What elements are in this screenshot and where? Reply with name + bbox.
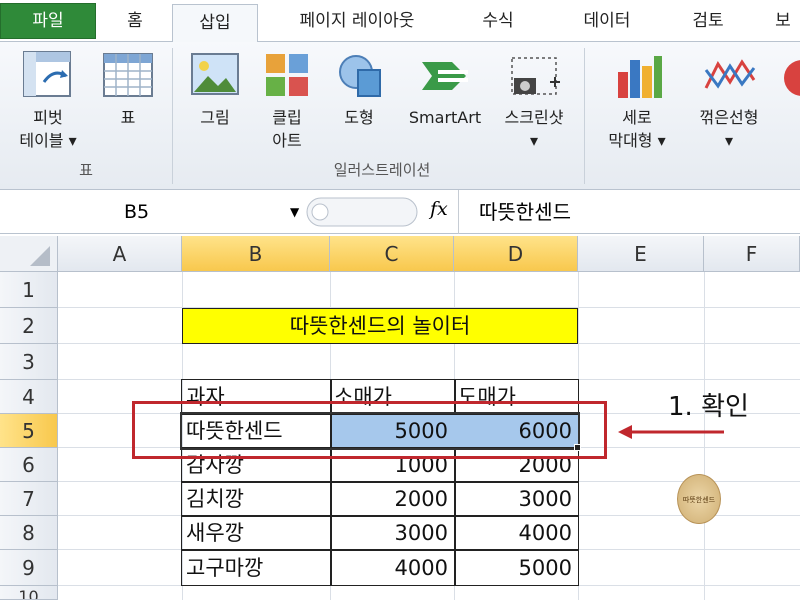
- column-chart-icon: [618, 56, 662, 98]
- formula-bar: B5 ▼ fx 따뜻한센드: [0, 190, 800, 234]
- picture-button[interactable]: 그림: [184, 48, 246, 158]
- tab-data[interactable]: 데이터: [568, 3, 646, 42]
- column-chart-label: 세로 막대형 ▾: [608, 108, 666, 150]
- column-header-f[interactable]: F: [704, 236, 800, 272]
- shapes-label: 도형: [344, 108, 374, 127]
- annotation-arrow-icon: [618, 425, 724, 439]
- table-button[interactable]: 표: [96, 48, 160, 158]
- select-all-corner[interactable]: [0, 236, 58, 272]
- smartart-icon: [422, 62, 468, 90]
- table-cell-retail[interactable]: 4000: [334, 550, 452, 586]
- group-divider: [584, 48, 585, 184]
- table-cell-retail[interactable]: 3000: [334, 516, 452, 550]
- table-icon: [103, 53, 153, 97]
- tab-insert[interactable]: 삽입: [172, 4, 258, 43]
- picture-label: 그림: [200, 108, 230, 127]
- annotation-highlight-box: [132, 401, 607, 459]
- insert-function-icon[interactable]: fx: [430, 198, 448, 220]
- group-divider: [172, 48, 173, 184]
- shapes-button[interactable]: 도형: [326, 48, 392, 158]
- row-header-6[interactable]: 6: [0, 448, 58, 482]
- screenshot-label: 스크린샷 ▾: [504, 108, 564, 150]
- ribbon-tabs: 파일 홈 삽입 페이지 레이아웃 수식 데이터 검토 보: [0, 0, 800, 43]
- pivot-table-label: 피벗 테이블 ▾: [19, 108, 77, 150]
- table-cell-wholesale[interactable]: 3000: [458, 482, 576, 516]
- row-header-1[interactable]: 1: [0, 272, 58, 308]
- tab-formulas[interactable]: 수식: [466, 3, 530, 42]
- spreadsheet-grid: A B C D E F 1 2 3 4 5 6 7 8 9 10 따뜻한센드의 …: [0, 236, 800, 600]
- column-header-b[interactable]: B: [182, 236, 330, 272]
- line-chart-icon: [704, 59, 756, 89]
- line-chart-button[interactable]: 꺾은선형 ▾: [684, 48, 774, 158]
- name-box[interactable]: B5 ▼: [8, 198, 299, 226]
- annotation-label: 1. 확인: [668, 392, 749, 422]
- picture-icon: [191, 53, 239, 95]
- select-all-icon: [30, 246, 50, 266]
- column-header-c[interactable]: C: [330, 236, 454, 272]
- screenshot-button[interactable]: 스크린샷 ▾: [492, 48, 576, 158]
- row-header-5[interactable]: 5: [0, 414, 58, 448]
- tab-home[interactable]: 홈: [110, 3, 160, 42]
- row-header-4[interactable]: 4: [0, 380, 58, 414]
- tab-page-layout[interactable]: 페이지 레이아웃: [272, 3, 442, 42]
- clip-art-label: 클립 아트: [272, 108, 302, 150]
- table-cell-wholesale[interactable]: 5000: [458, 550, 576, 586]
- table-cell-name[interactable]: 고구마깡: [186, 550, 326, 586]
- table-cell-name[interactable]: 김치깡: [186, 482, 326, 516]
- ribbon: 피벗 테이블 ▾ 표 표 그림 클립 아트 도형 SmartArt 스크린샷 ▾…: [0, 42, 800, 190]
- group-label-tables: 표: [79, 161, 93, 179]
- shapes-icon: [339, 55, 381, 97]
- column-chart-button[interactable]: 세로 막대형 ▾: [592, 48, 682, 158]
- table-cell-retail[interactable]: 2000: [334, 482, 452, 516]
- table-cell-wholesale[interactable]: 4000: [458, 516, 576, 550]
- column-header-e[interactable]: E: [578, 236, 704, 272]
- line-chart-label: 꺾은선형 ▾: [699, 108, 759, 150]
- row-header-7[interactable]: 7: [0, 482, 58, 516]
- row-header-10[interactable]: 10: [0, 586, 58, 600]
- watermark-stamp: 따뜻한센드: [677, 474, 721, 524]
- formula-splitter-handle[interactable]: [306, 196, 418, 228]
- pie-chart-icon[interactable]: [780, 56, 800, 100]
- column-header-a[interactable]: A: [58, 236, 182, 272]
- smartart-button[interactable]: SmartArt: [400, 48, 490, 158]
- tab-review[interactable]: 검토: [676, 3, 740, 42]
- group-label-illustrations: 일러스트레이션: [333, 161, 431, 179]
- clip-art-icon: [266, 54, 308, 96]
- tab-view[interactable]: 보: [766, 3, 800, 42]
- formula-input[interactable]: 따뜻한센드: [458, 190, 800, 234]
- table-label: 표: [120, 108, 136, 127]
- row-header-2[interactable]: 2: [0, 308, 58, 344]
- name-box-dropdown-icon[interactable]: ▼: [290, 198, 299, 226]
- row-header-8[interactable]: 8: [0, 516, 58, 550]
- column-header-d[interactable]: D: [454, 236, 578, 272]
- title-cell[interactable]: 따뜻한센드의 놀이터: [182, 308, 578, 344]
- pivot-table-icon: [23, 51, 71, 97]
- smartart-label: SmartArt: [408, 108, 482, 127]
- row-header-9[interactable]: 9: [0, 550, 58, 586]
- clip-art-button[interactable]: 클립 아트: [256, 48, 318, 158]
- screenshot-icon: [511, 57, 560, 95]
- pivot-table-button[interactable]: 피벗 테이블 ▾: [6, 48, 90, 158]
- table-cell-name[interactable]: 새우깡: [186, 516, 326, 550]
- row-header-3[interactable]: 3: [0, 344, 58, 380]
- tab-file[interactable]: 파일: [0, 3, 96, 39]
- name-box-value: B5: [124, 201, 150, 223]
